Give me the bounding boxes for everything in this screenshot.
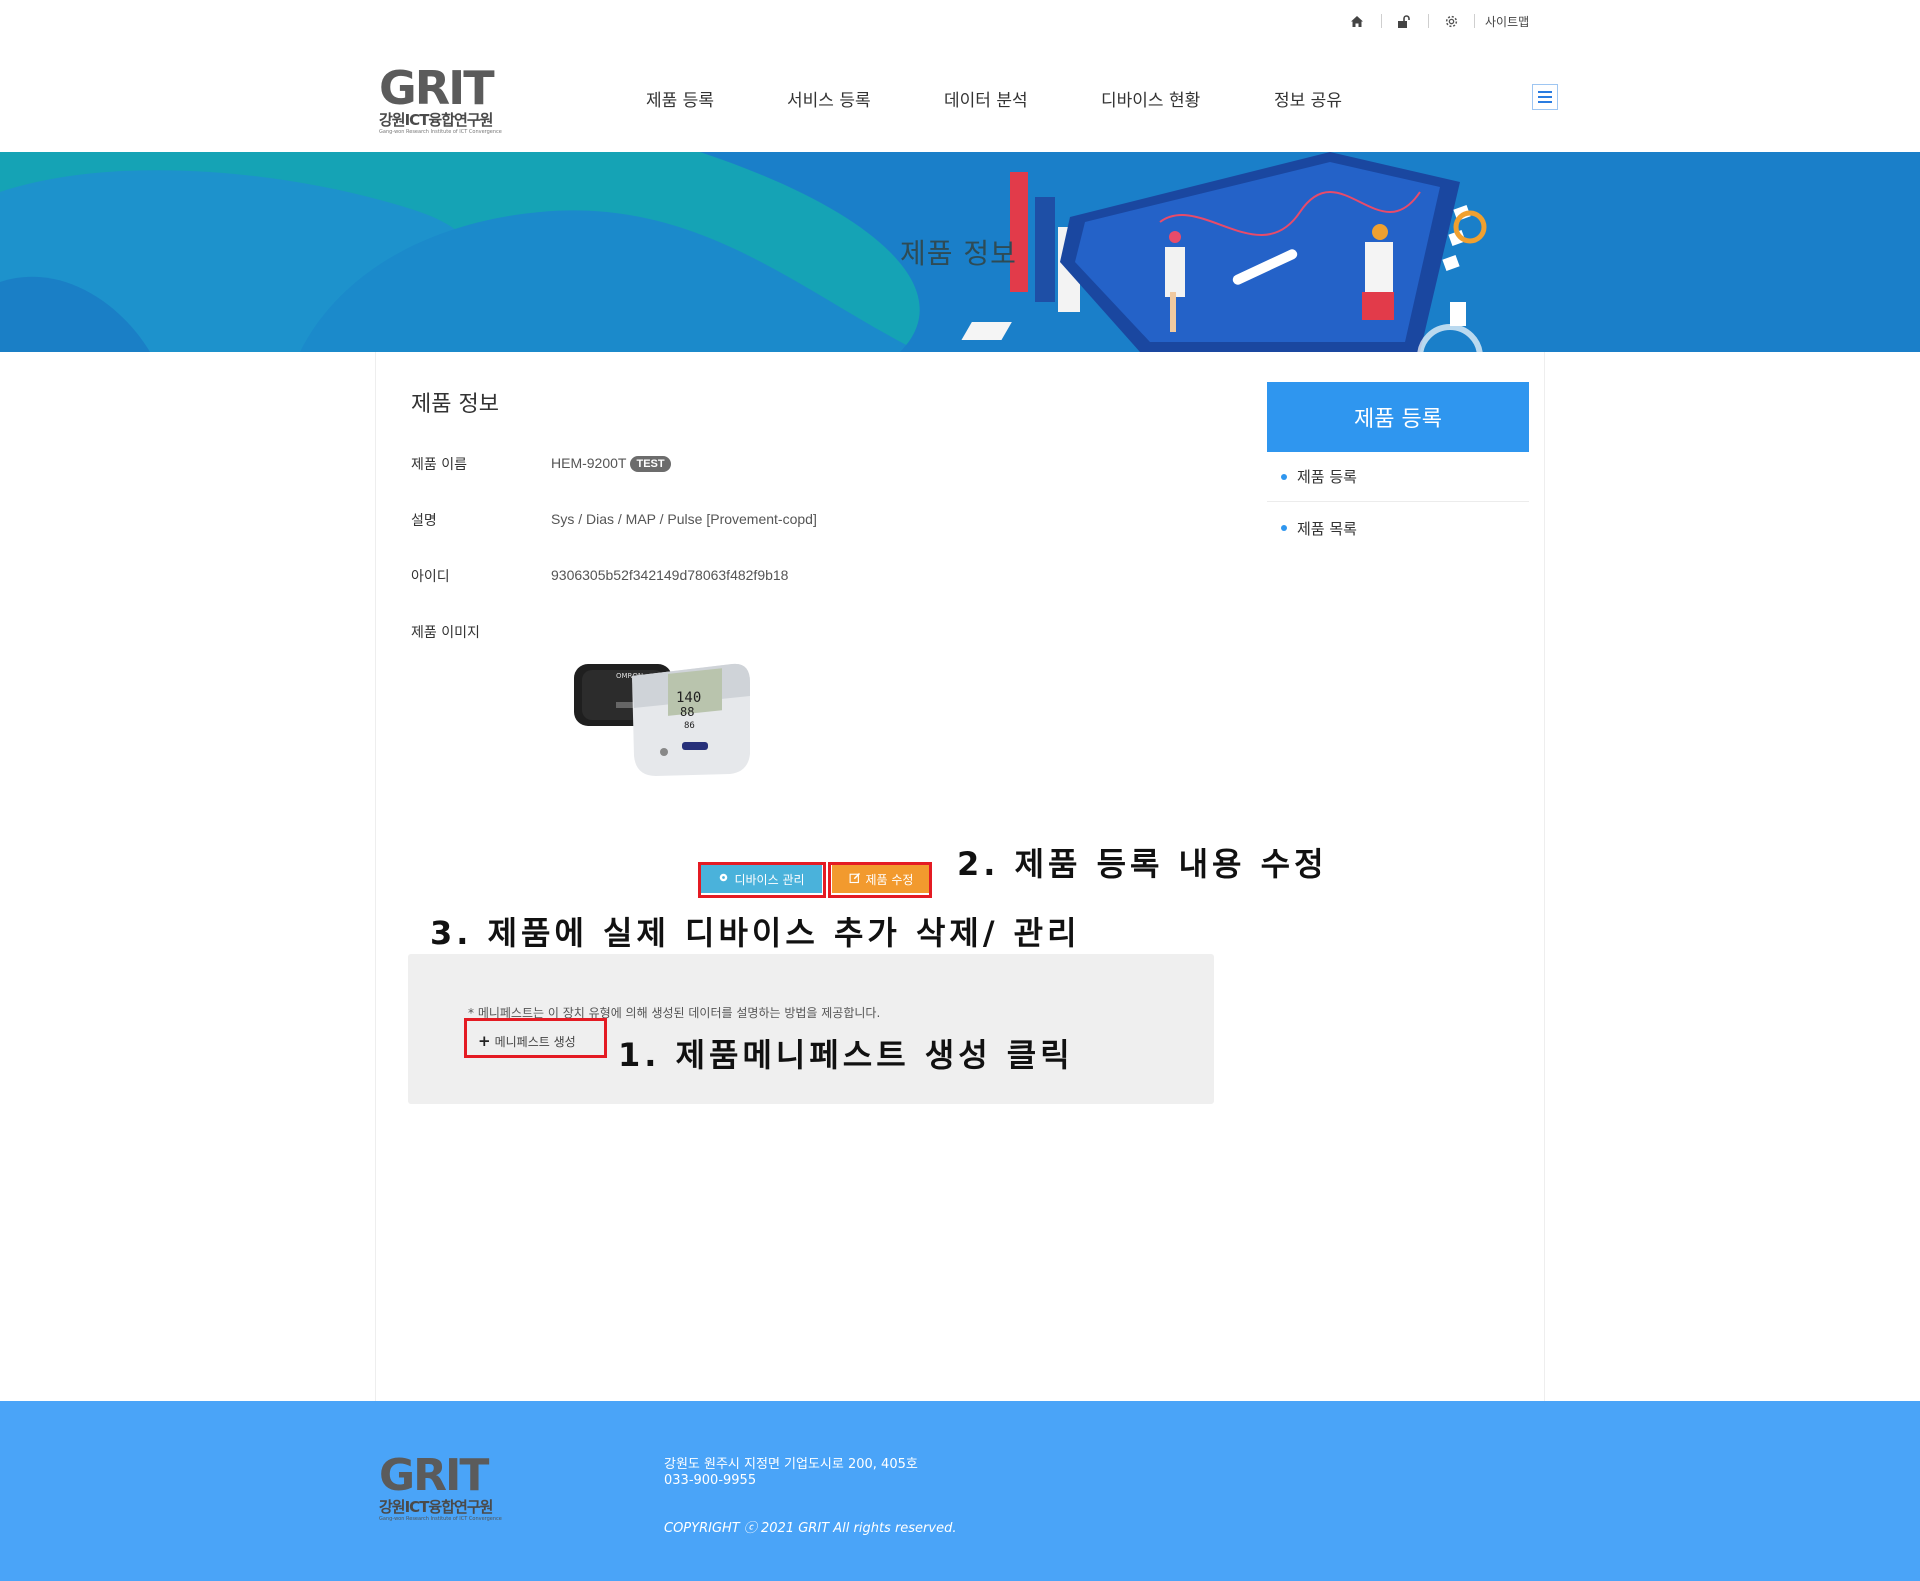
annotation-step3: 3. 제품에 실제 디바이스 추가 삭제/ 관리 bbox=[430, 914, 1081, 952]
gnb-item-product-register[interactable]: 제품 등록 bbox=[646, 86, 714, 111]
content-border-left bbox=[375, 352, 376, 1402]
logo-korean: 강원ICT융합연구원 bbox=[379, 111, 493, 129]
util-divider bbox=[1474, 14, 1475, 28]
highlight-create-manifest bbox=[464, 1018, 607, 1058]
label-description: 설명 bbox=[411, 513, 437, 529]
sidebar-item-product-register[interactable]: 제품 등록 bbox=[1267, 452, 1529, 502]
gear-icon bbox=[1440, 10, 1462, 32]
util-divider bbox=[1428, 14, 1429, 28]
page-banner: 제품 정보 bbox=[0, 152, 1920, 352]
footer-logo: GRIT 강원ICT융합연구원 Gang-won Research Instit… bbox=[379, 1454, 524, 1522]
highlight-product-edit bbox=[828, 862, 932, 898]
banner-title: 제품 정보 bbox=[900, 237, 1017, 270]
footer-logo-wordmark: GRIT bbox=[379, 1454, 524, 1498]
sitemap-link[interactable]: 사이트맵 bbox=[1485, 10, 1529, 32]
svg-text:88: 88 bbox=[680, 705, 694, 719]
highlight-device-manage bbox=[698, 862, 826, 898]
annotation-step2: 2. 제품 등록 내용 수정 bbox=[957, 845, 1328, 883]
content-border-right bbox=[1544, 352, 1545, 1402]
top-utility-bar: 사이트맵 bbox=[0, 0, 1920, 42]
sidebar-item-label: 제품 등록 bbox=[1297, 468, 1357, 486]
gnb-item-data-analysis[interactable]: 데이터 분석 bbox=[944, 86, 1028, 111]
sidebar-item-product-list[interactable]: 제품 목록 bbox=[1267, 503, 1529, 553]
sidebar-title: 제품 등록 bbox=[1267, 382, 1529, 452]
footer-copyright: COPYRIGHT ⓒ 2021 GRIT All rights reserve… bbox=[664, 1521, 957, 1536]
value-product-name: HEM-9200T TEST bbox=[551, 455, 671, 472]
logo-wordmark: GRIT bbox=[379, 65, 524, 111]
logo-grit-text: GRIT bbox=[379, 61, 495, 115]
home-icon bbox=[1346, 10, 1368, 32]
sitemap-label: 사이트맵 bbox=[1485, 14, 1530, 29]
logo-english: Gang-won Research Institute of ICT Conve… bbox=[379, 129, 502, 135]
product-name-text: HEM-9200T bbox=[551, 455, 627, 471]
site-logo[interactable]: GRIT 강원ICT융합연구원 Gang-won Research Instit… bbox=[379, 65, 524, 135]
sidebar-item-label: 제품 목록 bbox=[1297, 519, 1357, 538]
settings-link[interactable] bbox=[1440, 10, 1462, 32]
footer-phone: 033-900-9955 bbox=[664, 1473, 757, 1488]
page-title: 제품 정보 bbox=[411, 392, 499, 417]
footer-address: 강원도 원주시 지정면 기업도시로 200, 405호 bbox=[664, 1457, 918, 1472]
label-id: 아이디 bbox=[411, 569, 450, 585]
annotation-step1: 1. 제품메니페스트 생성 클릭 bbox=[618, 1036, 1074, 1074]
site-header: GRIT 강원ICT융합연구원 Gang-won Research Instit… bbox=[0, 41, 1920, 152]
login-link[interactable] bbox=[1392, 10, 1414, 32]
label-product-name: 제품 이름 bbox=[411, 457, 467, 473]
footer-logo-korean: 강원ICT융합연구원 bbox=[379, 1498, 493, 1516]
gnb-item-device-status[interactable]: 디바이스 현황 bbox=[1101, 86, 1200, 111]
unlock-icon bbox=[1392, 10, 1414, 32]
svg-text:86: 86 bbox=[684, 721, 695, 731]
home-link[interactable] bbox=[1346, 10, 1368, 32]
test-badge: TEST bbox=[630, 456, 671, 472]
footer-logo-grit-text: GRIT bbox=[379, 1450, 489, 1501]
svg-text:140: 140 bbox=[676, 690, 701, 706]
value-id: 9306305b52f342149d78063f482f9b18 bbox=[551, 567, 789, 583]
bullet-icon bbox=[1281, 473, 1287, 480]
util-divider bbox=[1381, 14, 1382, 28]
bullet-icon bbox=[1281, 525, 1287, 531]
hamburger-menu-icon[interactable] bbox=[1532, 84, 1558, 110]
product-image-blood-pressure-monitor: OMRON 140 88 86 bbox=[572, 656, 752, 776]
footer-logo-english: Gang-won Research Institute of ICT Conve… bbox=[379, 1516, 502, 1522]
gnb-item-service-register[interactable]: 서비스 등록 bbox=[787, 86, 871, 111]
gnb-item-info-share[interactable]: 정보 공유 bbox=[1274, 86, 1342, 111]
site-footer: GRIT 강원ICT융합연구원 Gang-won Research Instit… bbox=[0, 1401, 1920, 1581]
label-product-image: 제품 이미지 bbox=[411, 625, 480, 641]
value-description: Sys / Dias / MAP / Pulse [Provement-copd… bbox=[551, 511, 817, 527]
